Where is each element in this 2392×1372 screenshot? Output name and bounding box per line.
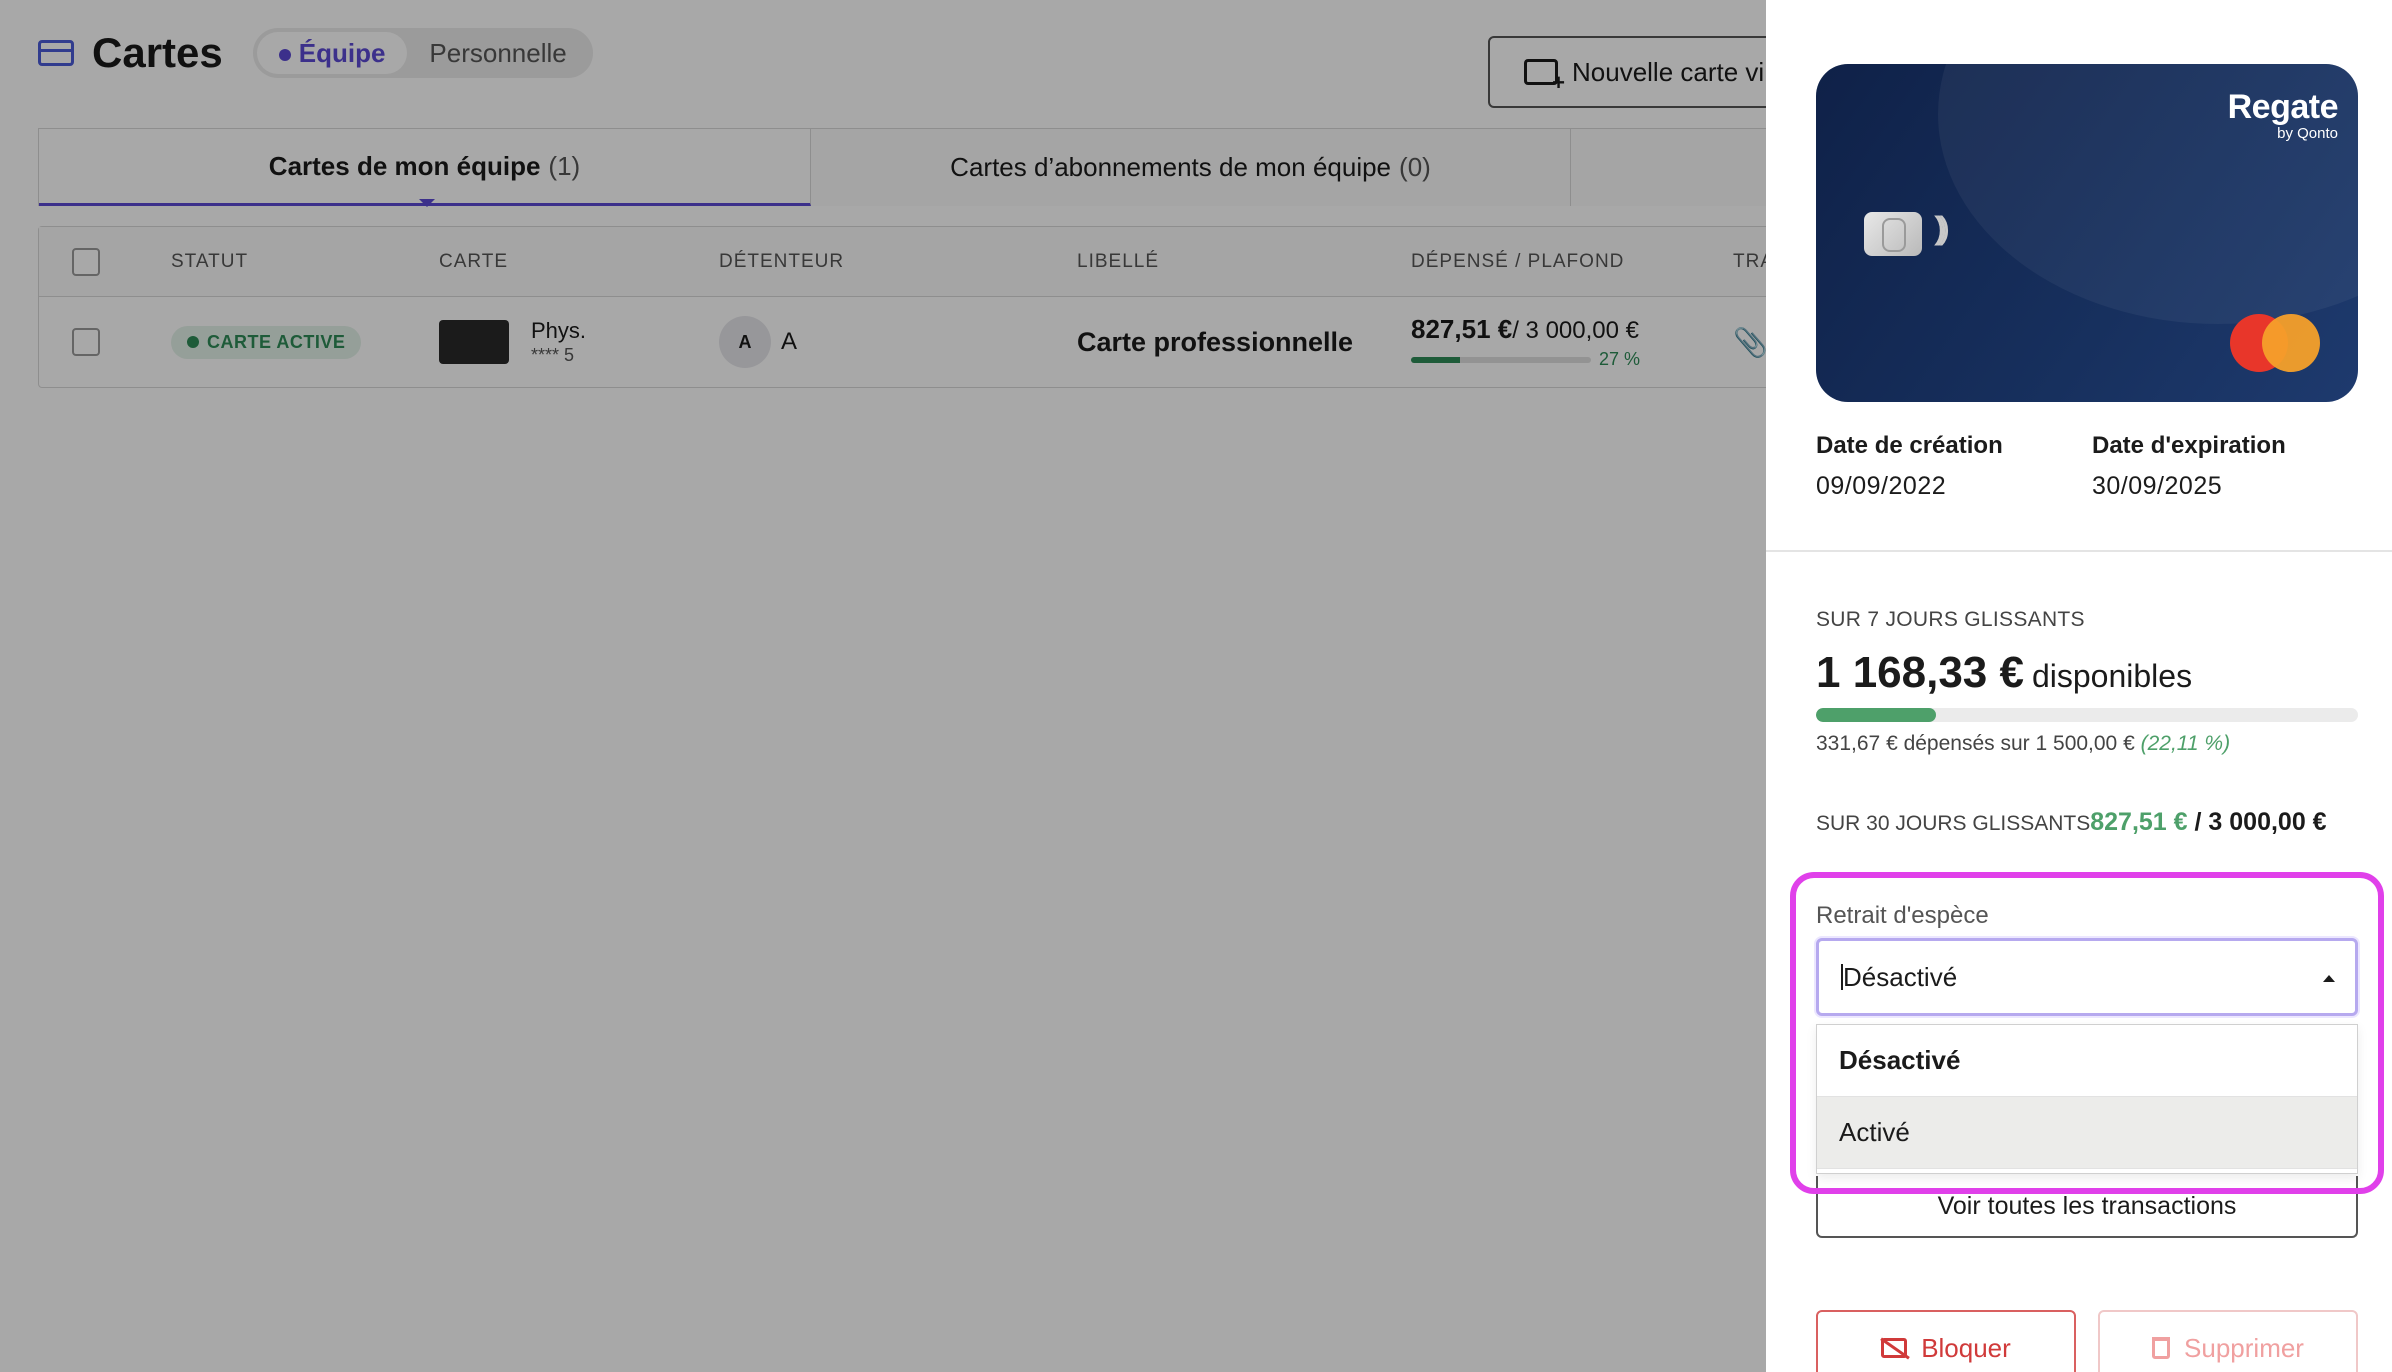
brand-sub: by Qonto xyxy=(2277,125,2338,142)
option-enabled[interactable]: Activé xyxy=(1817,1097,2357,1169)
block-label: Bloquer xyxy=(1921,1332,2011,1363)
expiration-date: 30/09/2025 xyxy=(2092,472,2223,500)
limit-7-days-progress-track xyxy=(1816,708,2358,722)
limit-7-days-title: SUR 7 JOURS GLISSANTS xyxy=(1816,608,2085,631)
block-button[interactable]: Bloquer xyxy=(1816,1310,2076,1372)
limit-30-days-separator: / xyxy=(2187,808,2209,836)
cash-withdrawal-dropdown: Désactivé Activé xyxy=(1816,1024,2358,1174)
limit-30-days-total: 3 000,00 € xyxy=(2208,808,2327,836)
creation-date: 09/09/2022 xyxy=(1816,472,1947,500)
chip-icon xyxy=(1864,212,1922,256)
trash-icon xyxy=(2152,1337,2171,1359)
limit-30-days-spent: 827,51 € xyxy=(2090,808,2188,836)
panel-actions: Bloquer Supprimer xyxy=(1816,1310,2358,1372)
creation-date-label: Date de création xyxy=(1816,432,2003,459)
option-disabled[interactable]: Désactivé xyxy=(1817,1025,2357,1097)
limit-7-days-available: 1 168,33 € disponibles xyxy=(1816,648,2192,698)
divider xyxy=(1766,550,2392,552)
limit-30-days: SUR 30 JOURS GLISSANTS827,51 € / 3 000,0… xyxy=(1816,808,2327,837)
card-off-icon xyxy=(1881,1338,1908,1358)
mastercard-logo-orange xyxy=(2262,314,2320,372)
contactless-icon: ))) xyxy=(1934,210,1950,246)
limit-7-days-spent-text: 331,67 € dépensés sur 1 500,00 € xyxy=(1816,732,2135,755)
card-brand-logo: Regate by Qonto xyxy=(2227,88,2339,142)
available-word: disponibles xyxy=(2031,658,2193,694)
limit-7-days-detail: 331,67 € dépensés sur 1 500,00 € (22,11 … xyxy=(1816,732,2230,756)
delete-button[interactable]: Supprimer xyxy=(2098,1310,2358,1372)
card-visual: Regate by Qonto ))) xyxy=(1816,64,2358,402)
limit-30-days-title: SUR 30 JOURS GLISSANTS xyxy=(1816,812,2091,835)
brand-name: Regate xyxy=(2227,88,2339,126)
cash-withdrawal-select[interactable]: Désactivé xyxy=(1816,938,2358,1016)
limit-7-days-progress-fill xyxy=(1816,708,1936,722)
limit-7-days-percent: (22,11 %) xyxy=(2140,732,2231,755)
cash-withdrawal-label: Retrait d'espèce xyxy=(1816,902,1989,929)
expiration-date-label: Date d'expiration xyxy=(2092,432,2286,459)
card-dates: Date de création 09/09/2022 Date d'expir… xyxy=(1816,432,2368,501)
delete-label: Supprimer xyxy=(2184,1332,2304,1363)
caret-up-icon xyxy=(2323,975,2335,982)
cash-withdrawal-value: Désactivé xyxy=(1843,961,1958,992)
modal-backdrop[interactable] xyxy=(0,0,1766,1372)
available-amount: 1 168,33 € xyxy=(1816,648,2024,697)
view-all-transactions-button[interactable]: Voir toutes les transactions xyxy=(1816,1176,2358,1238)
card-detail-panel: Regate by Qonto ))) Date de création 09/… xyxy=(1766,0,2392,1372)
